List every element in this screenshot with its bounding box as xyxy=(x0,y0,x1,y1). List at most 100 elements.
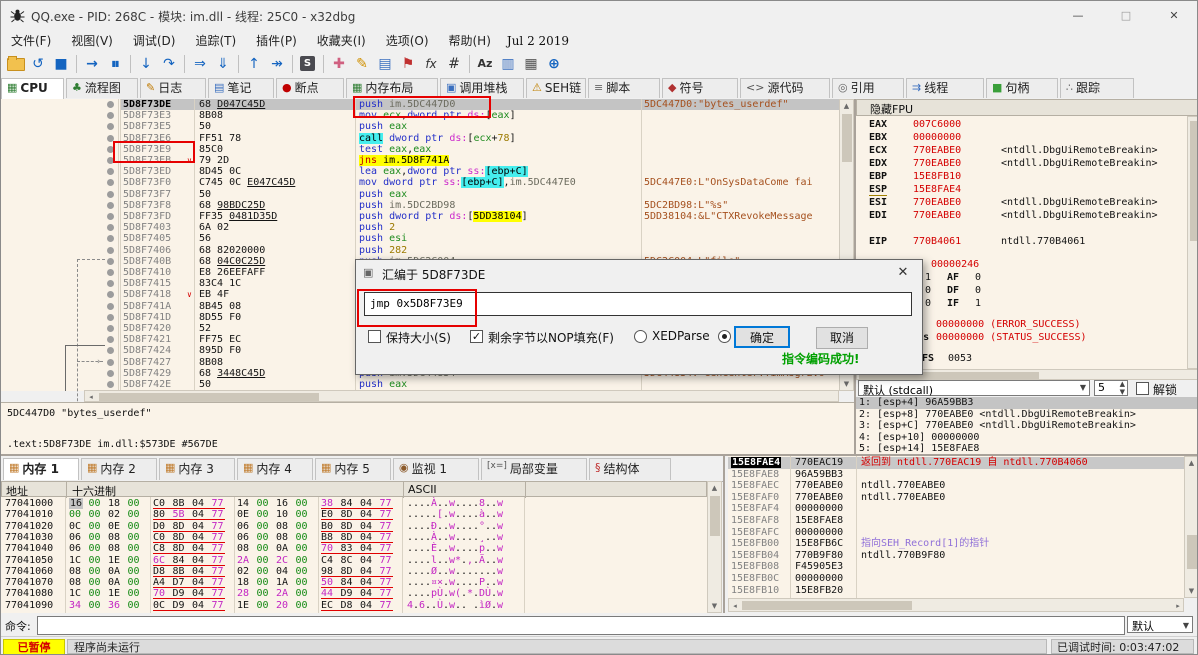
ok-button[interactable]: 确定 xyxy=(734,326,790,348)
calculator-icon[interactable]: ▦ xyxy=(521,54,541,74)
hex-byte[interactable]: 00 xyxy=(69,509,81,520)
stack-row[interactable]: 15E8FB04 770B9F80 ntdll.770B9F80 xyxy=(728,550,1184,562)
run-to-cursor-icon[interactable]: ⇒ xyxy=(190,54,210,74)
argument-row[interactable]: 3: [esp+C] 770EABE0 <ntdll.DbgUiRemoteBr… xyxy=(856,420,1197,432)
title-bar[interactable]: QQ.exe - PID: 268C - 模块: im.dll - 线程: 25… xyxy=(1,1,1197,29)
disasm-row[interactable]: 5D8F73FD FF35 0481D35D push dword ptr ds:[… xyxy=(1,211,839,222)
close-button[interactable]: ✕ xyxy=(1159,7,1189,24)
hash-icon[interactable]: # xyxy=(444,54,464,74)
hex-byte[interactable]: 1C xyxy=(69,588,81,599)
tab-脚本[interactable]: ≡ 脚本 xyxy=(588,78,660,98)
hex-byte[interactable]: 8C xyxy=(341,555,353,566)
dump-row[interactable]: 77041010 00 00 02 00 80 5B 04 77 0E 00 10 00 E0 8D 04 77… xyxy=(1,509,707,521)
disasm-row[interactable]: 5D8F73F0 C745 0C E047C45D mov dword ptr ss… xyxy=(1,177,839,189)
breakpoint-dot[interactable] xyxy=(107,179,114,187)
argument-row[interactable]: 4: [esp+10] 00000000 xyxy=(856,432,1197,444)
stack-row[interactable]: 15E8FB08 F45905E3 xyxy=(728,561,1184,573)
menu-item[interactable]: 视图(V) xyxy=(61,29,123,52)
hex-byte[interactable]: 14 xyxy=(237,498,249,509)
breakpoint-dot[interactable] xyxy=(107,302,114,310)
menu-item[interactable]: 调试(D) xyxy=(123,29,186,52)
hex-byte[interactable]: 00 xyxy=(257,509,269,520)
breakpoint-dot[interactable] xyxy=(107,257,114,265)
argument-row[interactable]: 1: [esp+4] 96A59BB3 xyxy=(856,397,1197,409)
hex-byte[interactable]: 00 xyxy=(257,566,269,577)
hex-byte[interactable]: 00 xyxy=(89,577,101,588)
hex-byte[interactable]: 08 xyxy=(276,521,288,532)
dump-row[interactable]: 77041030 06 00 08 00 C0 8D 04 77 06 00 08 00 B8 8D 04 77… xyxy=(1,532,707,543)
tab-笔记[interactable]: ▤ 笔记 xyxy=(208,78,274,98)
hex-byte[interactable]: C4 xyxy=(321,555,333,566)
hex-byte[interactable]: 00 xyxy=(89,543,101,554)
breakpoint-dot[interactable] xyxy=(107,381,114,388)
text-case-icon[interactable]: Az xyxy=(475,54,495,74)
disasm-row[interactable]: 5D8F7405 56 push esi xyxy=(1,233,839,244)
hex-byte[interactable]: 00 xyxy=(296,543,308,554)
hex-byte[interactable]: 06 xyxy=(69,543,81,554)
hex-byte[interactable]: 0A xyxy=(276,543,288,554)
dump-row[interactable]: 77041090 34 00 36 00 0C D9 04 77 1E 00 20 00 EC D8 04 77… xyxy=(1,600,707,611)
breakpoint-dot[interactable] xyxy=(107,347,114,355)
hex-byte[interactable]: 0A xyxy=(108,566,120,577)
stack-row[interactable]: 15E8FB00 15E8FB6C 指向SEH_Record[1]的指针 xyxy=(728,538,1184,550)
breakpoint-dot[interactable] xyxy=(107,358,114,366)
hex-byte[interactable]: 00 xyxy=(128,566,140,577)
hex-byte[interactable]: 00 xyxy=(296,532,308,543)
hex-byte[interactable]: 00 xyxy=(257,577,269,588)
stack-scrollbar[interactable]: ▲ ▼ xyxy=(1184,456,1197,598)
menu-item[interactable]: 收藏夹(I) xyxy=(307,29,376,52)
flag-value[interactable]: 1 xyxy=(975,298,981,309)
hex-byte[interactable]: 00 xyxy=(296,521,308,532)
breakpoint-dot[interactable] xyxy=(107,313,114,321)
stack-row[interactable]: 15E8FB0C 00000000 xyxy=(728,573,1184,585)
disasm-row[interactable]: 5D8F73F8 68 98BDC25D push im.5DC2BD98 5DC2B… xyxy=(1,200,839,211)
disasm-row[interactable]: 5D8F73F7 50 push eax xyxy=(1,189,839,200)
hex-byte[interactable]: 00 xyxy=(128,543,140,554)
menu-item[interactable]: 追踪(T) xyxy=(185,29,246,52)
hex-byte[interactable]: 06 xyxy=(237,532,249,543)
hex-byte[interactable]: 00 xyxy=(89,588,101,599)
dump-row[interactable]: 77041080 1C 00 1E 00 70 D9 04 77 28 00 2A 00 44 D9 04 77… xyxy=(1,588,707,600)
hex-byte[interactable]: 00 xyxy=(89,566,101,577)
hex-byte[interactable]: 2C xyxy=(276,555,288,566)
hex-byte[interactable]: 0A xyxy=(108,577,120,588)
hex-byte[interactable]: 00 xyxy=(89,600,101,611)
maximize-button[interactable]: □ xyxy=(1111,7,1141,24)
dump-row[interactable]: 77041070 08 00 0A 00 A4 D7 04 77 18 00 1A 00 50 84 04 77… xyxy=(1,577,707,589)
tab-断点[interactable]: ● 断点 xyxy=(276,78,344,98)
register-value[interactable]: 007C6000 xyxy=(913,119,961,130)
command-profile-select[interactable]: 默认 ▼ xyxy=(1127,616,1193,633)
hex-byte[interactable]: 00 xyxy=(296,600,308,611)
tab-CPU[interactable]: ▦ CPU xyxy=(1,78,64,99)
breakpoint-dot[interactable] xyxy=(107,101,114,108)
hex-byte[interactable]: 20 xyxy=(276,600,288,611)
hex-byte[interactable]: 00 xyxy=(257,532,269,543)
stack-row[interactable]: 15E8FAEC 770EABE0 ntdll.770EABE0 xyxy=(728,480,1184,492)
dump-tab-内存 2[interactable]: ▦ 内存 2 xyxy=(81,458,157,480)
stack-row[interactable]: 15E8FAE8 96A59BB3 xyxy=(728,469,1184,481)
hex-byte[interactable]: 00 xyxy=(128,509,140,520)
keep-size-checkbox[interactable] xyxy=(368,330,381,343)
arguments-panel[interactable]: 1: [esp+4] 96A59BB3 2: [esp+8] 770EABE0 <… xyxy=(856,397,1197,454)
disasm-hscrollbar[interactable]: ◂ xyxy=(84,390,839,402)
tab-源代码[interactable]: <> 源代码 xyxy=(740,78,830,98)
stop-icon[interactable]: ■ xyxy=(51,54,71,74)
disasm-row[interactable]: 5D8F742E 50 push eax xyxy=(1,379,839,390)
breakpoint-dot[interactable] xyxy=(107,336,114,344)
menu-item[interactable]: 文件(F) xyxy=(1,29,61,52)
label-icon[interactable]: ▤ xyxy=(375,54,395,74)
hex-dump-panel[interactable]: 地址 十六进制 ASCII 77041000 16 00 18 00 C0 8B 04 77 14 00 1… xyxy=(1,481,707,613)
tab-日志[interactable]: ✎ 日志 xyxy=(140,78,206,98)
flag-value[interactable]: 0 xyxy=(925,285,931,296)
breakpoint-dot[interactable] xyxy=(107,291,114,299)
hex-byte[interactable]: 00 xyxy=(257,498,269,509)
flag-value[interactable]: 1 xyxy=(925,272,931,283)
dialog-close-button[interactable]: ✕ xyxy=(890,264,916,282)
breakpoint-dot[interactable] xyxy=(107,325,114,332)
hex-byte[interactable]: 00 xyxy=(257,588,269,599)
dump-tab-监视 1[interactable]: ◉ 监视 1 xyxy=(393,458,479,480)
hex-byte[interactable]: 04 xyxy=(360,555,372,566)
stack-row[interactable]: 15E8FAE4 770EAC19 返回到 ntdll.770EAC19 自 ntd… xyxy=(728,457,1184,469)
callconv-select[interactable]: 默认 (stdcall) ▼ xyxy=(858,380,1090,397)
hide-fpu-button[interactable]: 隐藏FPU xyxy=(856,99,1197,116)
